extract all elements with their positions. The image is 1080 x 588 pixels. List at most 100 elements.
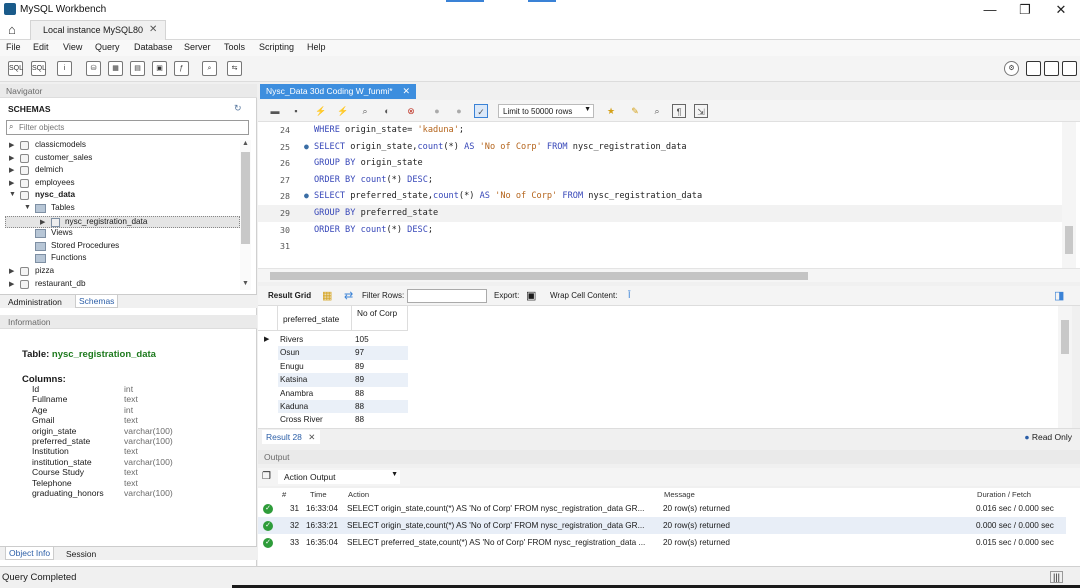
menu-query[interactable]: Query (95, 42, 120, 52)
output-row[interactable]: ✓ 32 16:33:21 SELECT origin_state,count(… (258, 517, 1066, 534)
output-row[interactable]: ✓ 33 16:35:04 SELECT preferred_state,cou… (258, 534, 1066, 551)
refresh-icon[interactable]: ⇄ (344, 289, 353, 302)
tree-item-delmich[interactable]: ▶ delmich (0, 165, 240, 178)
grid-cell[interactable]: Enugu (280, 360, 352, 373)
close-icon[interactable]: ✕ (308, 432, 315, 442)
status-layout-icon[interactable]: ||| (1050, 571, 1064, 583)
menu-file[interactable]: File (6, 42, 21, 52)
table-row[interactable]: Katsina 89 (258, 373, 408, 387)
scrollbar-thumb[interactable] (270, 272, 808, 280)
grid-cell[interactable]: Osun (280, 346, 352, 360)
sql-editor-tab[interactable]: Nysc_Data 30d Coding W_funmi* ✕ (260, 84, 416, 99)
grid-cell[interactable]: 89 (355, 373, 408, 387)
new-sql-tab-icon[interactable]: SQL (8, 61, 23, 76)
code-line-current[interactable]: 29 GROUP BY preferred_state (258, 205, 1066, 222)
editor-vertical-scrollbar[interactable] (1062, 122, 1076, 268)
tab-administration[interactable]: Administration (8, 297, 62, 307)
menu-help[interactable]: Help (307, 42, 326, 52)
code-line[interactable]: 24 WHERE origin_state= 'kaduna'; (258, 122, 1066, 139)
chevron-right-icon[interactable]: ▶ (9, 166, 14, 174)
table-row[interactable]: Anambra 88 (258, 387, 408, 400)
scroll-down-icon[interactable]: ▼ (240, 280, 251, 287)
toggle-sidebar-icon[interactable] (1026, 61, 1041, 76)
tree-item-nysc-data[interactable]: ▼ nysc_data (0, 190, 240, 203)
tree-item-classicmodels[interactable]: ▶ classicmodels (0, 140, 240, 153)
save-icon[interactable]: ▪ (289, 104, 303, 118)
grid-vertical-scrollbar[interactable] (1058, 306, 1072, 428)
output-grid[interactable]: # Time Action Message Duration / Fetch ✓… (258, 488, 1080, 566)
reconnect-icon[interactable]: ⇆ (227, 61, 242, 76)
filter-objects-input[interactable] (19, 122, 247, 133)
filter-rows-input[interactable] (407, 289, 487, 303)
editor-horizontal-scrollbar[interactable] (258, 268, 1080, 282)
table-row[interactable]: Enugu 89 (258, 360, 408, 373)
chevron-right-icon[interactable]: ▶ (9, 280, 14, 288)
output-copy-icon[interactable]: ❐ (262, 471, 271, 482)
tab-object-info[interactable]: Object Info (5, 547, 55, 560)
grid-cell[interactable]: 88 (355, 387, 408, 400)
tree-item-pizza[interactable]: ▶ pizza (0, 266, 240, 279)
tab-schemas[interactable]: Schemas (75, 295, 119, 308)
invisible-chars-icon[interactable]: ¶ (672, 104, 686, 118)
table-row[interactable]: Kaduna 88 (258, 400, 408, 414)
tree-item-views[interactable]: Views (0, 228, 240, 241)
beautify-icon[interactable]: ✎ (628, 104, 642, 118)
create-schema-icon[interactable]: ⛁ (86, 61, 101, 76)
tab-session[interactable]: Session (66, 549, 96, 559)
table-row[interactable]: ▶ Rivers 105 (258, 333, 408, 346)
find-icon[interactable]: ⌕ (650, 104, 664, 118)
output-type-select[interactable]: Action Output ▼ (278, 470, 400, 484)
tree-item-customer-sales[interactable]: ▶ customer_sales (0, 153, 240, 166)
chevron-right-icon[interactable]: ▶ (9, 267, 14, 275)
chevron-right-icon[interactable]: ▶ (9, 141, 14, 149)
menu-database[interactable]: Database (134, 42, 173, 52)
home-icon[interactable]: ⌂ (8, 22, 24, 37)
table-row[interactable]: Cross River 88 (258, 413, 408, 426)
table-row[interactable]: Osun 97 (258, 346, 408, 360)
chevron-down-icon[interactable]: ▼ (9, 191, 16, 198)
menu-view[interactable]: View (63, 42, 82, 52)
result-tab[interactable]: Result 28 ✕ (262, 430, 320, 444)
code-line[interactable]: 26 GROUP BY origin_state (258, 155, 1066, 172)
inspector-icon[interactable]: i (57, 61, 72, 76)
chevron-right-icon[interactable]: ▶ (9, 179, 14, 187)
code-line[interactable]: 31 (258, 238, 1066, 255)
grid-cell[interactable]: 88 (355, 413, 408, 426)
chevron-right-icon[interactable]: ▶ (9, 154, 14, 162)
tree-item-functions[interactable]: Functions (0, 253, 240, 266)
wrap-lines-icon[interactable]: ⇲ (694, 104, 708, 118)
menu-scripting[interactable]: Scripting (259, 42, 294, 52)
navigator-scrollbar[interactable]: ▲ ▼ (240, 140, 251, 290)
create-table-icon[interactable]: ▦ (108, 61, 123, 76)
sql-code-editor[interactable]: 24 WHERE origin_state= 'kaduna'; 25 ● SE… (258, 122, 1080, 268)
settings-icon[interactable]: ⚙ (1004, 61, 1019, 76)
open-sql-script-icon[interactable]: SQL (31, 61, 46, 76)
chevron-right-icon[interactable]: ▶ (40, 218, 45, 226)
result-grid-label[interactable]: Result Grid (268, 291, 311, 300)
grid-column-header[interactable]: No of Corp (352, 306, 408, 331)
tree-item-tables[interactable]: ▼ Tables (0, 203, 240, 216)
result-grid[interactable]: preferred_state No of Corp ▶ Rivers 105 … (258, 306, 1064, 428)
create-function-icon[interactable]: ƒ (174, 61, 189, 76)
scroll-up-icon[interactable]: ▲ (240, 140, 251, 147)
connection-tab[interactable]: Local instance MySQL80 ✕ (30, 20, 166, 40)
grid-cell[interactable]: Rivers (280, 333, 352, 346)
commit-icon[interactable]: ● (430, 104, 444, 118)
execute-current-icon[interactable]: ⚡ (336, 104, 350, 118)
code-line[interactable]: 25 ● SELECT origin_state,count(*) AS 'No… (258, 139, 1066, 156)
grid-cell[interactable]: Cross River (280, 413, 352, 426)
export-icon[interactable]: ▣ (526, 289, 536, 302)
grid-cell[interactable]: 89 (355, 360, 408, 373)
close-icon[interactable]: ✕ (149, 24, 157, 35)
filter-objects-box[interactable]: ⌕ (6, 120, 249, 135)
menu-edit[interactable]: Edit (33, 42, 49, 52)
grid-cell[interactable]: Anambra (280, 387, 352, 400)
explain-icon[interactable]: ⌕ (358, 104, 372, 118)
toggle-secondary-sidebar-icon[interactable] (1062, 61, 1077, 76)
grid-icon[interactable]: ▦ (322, 289, 332, 302)
chevron-down-icon[interactable]: ▼ (24, 204, 31, 211)
output-row[interactable]: ✓ 31 16:33:04 SELECT origin_state,count(… (258, 500, 1066, 517)
grid-cell[interactable]: 105 (355, 333, 408, 346)
grid-cell[interactable]: Kaduna (280, 400, 352, 414)
minimize-button[interactable]: — (980, 2, 1000, 18)
